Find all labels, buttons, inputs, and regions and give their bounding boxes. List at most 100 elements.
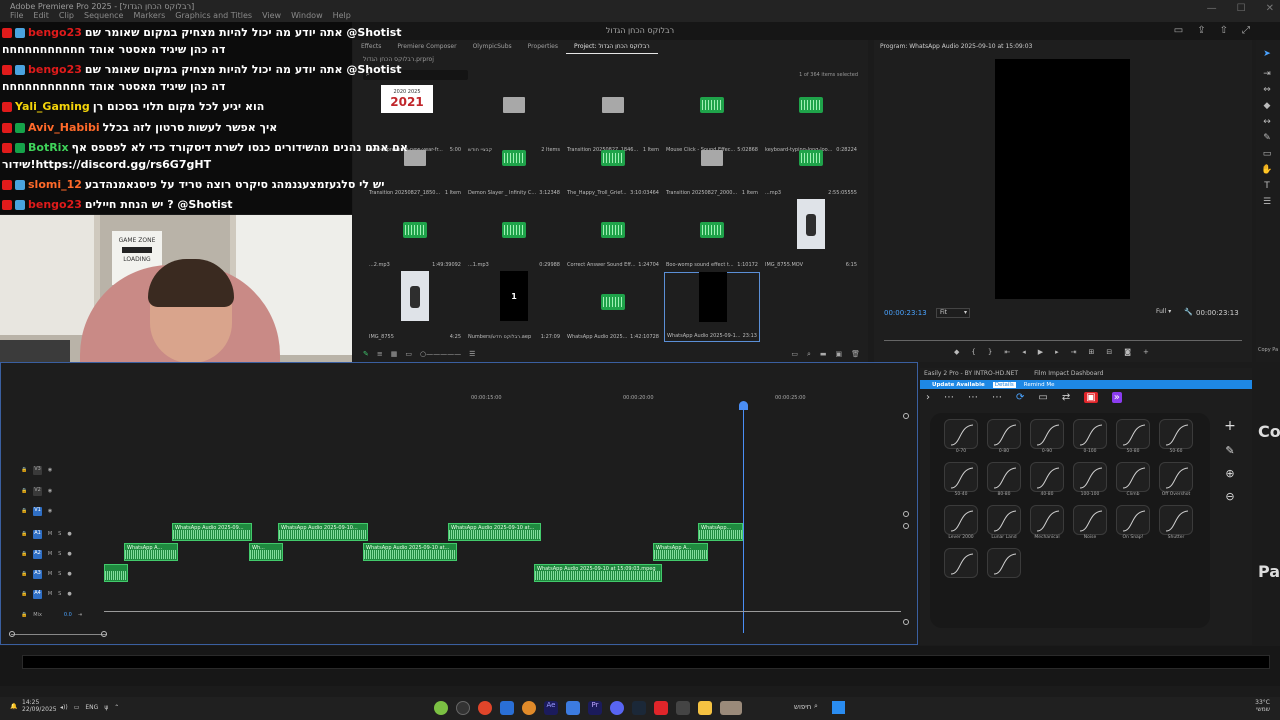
share-icon[interactable]: ⇧ [1220, 25, 1228, 36]
program-timecode[interactable]: 00:00:23:13 [884, 309, 927, 317]
fit-select[interactable]: Fit ▾ [936, 308, 970, 318]
usb-icon[interactable]: ψ [104, 704, 108, 711]
premiere-icon[interactable]: Pr [588, 701, 602, 715]
wrench-icon[interactable]: 🔧 [1184, 308, 1193, 316]
chevron-up-icon[interactable]: ⌃ [114, 704, 119, 711]
delete-keyframe-icon[interactable]: ▣ [1084, 392, 1098, 403]
ripple-edit-icon[interactable]: ⇔ [1261, 84, 1273, 96]
menu-window[interactable]: Window [291, 11, 323, 20]
lock-icon[interactable]: 🔒 [21, 612, 27, 618]
track-label[interactable]: V2 [33, 486, 42, 496]
project-item[interactable]: ...2.mp3 1:49:39092 [367, 200, 463, 270]
premium-icon[interactable]: » [1111, 392, 1122, 403]
hand-tool-icon[interactable]: ✋ [1261, 164, 1273, 176]
go-to-in-icon[interactable]: ⇤ [1004, 348, 1010, 356]
captions-tool-icon[interactable]: ☰ [1261, 196, 1273, 208]
step-forward-icon[interactable]: ▸ [1055, 348, 1059, 356]
quick-export-icon[interactable]: ⇪ [1197, 25, 1205, 36]
lock-icon[interactable]: 🔒 [21, 551, 27, 557]
brave-icon[interactable] [654, 701, 668, 715]
track-label[interactable]: A1 [33, 529, 42, 539]
remind-me-link[interactable]: Remind Me [1024, 382, 1055, 388]
tab-olympicsubs[interactable]: OlympicSubs [465, 40, 520, 54]
fullscreen-icon[interactable]: ⤢ [1242, 25, 1250, 36]
app-icon[interactable] [676, 701, 690, 715]
tab-premiere-composer[interactable]: Premiere Composer [389, 40, 464, 54]
after-effects-icon[interactable]: Ae [544, 701, 558, 715]
new-item-icon[interactable]: ▣ [835, 350, 842, 359]
trash-icon[interactable]: 🗑 [851, 350, 860, 359]
app-icon[interactable] [522, 701, 536, 715]
mix-value[interactable]: 0.0 [64, 612, 72, 618]
weather-widget[interactable]: 33°C שמשי [1255, 699, 1270, 713]
easing-preset[interactable]: 50-60 [1159, 419, 1193, 455]
track-label[interactable]: V1 [33, 506, 42, 516]
new-bin-icon[interactable]: ▬ [820, 350, 827, 359]
app-icon[interactable] [720, 701, 742, 715]
zoom-in-icon[interactable]: ⊕ [1225, 467, 1234, 480]
eye-icon[interactable]: ◉ [48, 467, 52, 473]
scroll-handle-icon[interactable] [101, 631, 107, 637]
pencil-icon[interactable]: ✎ [363, 350, 369, 358]
add-button-icon[interactable]: + [1143, 348, 1149, 356]
marker-icon[interactable]: ◆ [954, 348, 959, 356]
chevron-right-icon[interactable]: › [926, 392, 930, 403]
vertical-scroll-handle[interactable] [903, 619, 909, 625]
project-item[interactable]: ...mp3 2:55:05555 [763, 128, 859, 198]
zoom-out-icon[interactable]: ⊖ [1225, 490, 1234, 503]
camera-icon[interactable]: ◙ [1124, 348, 1131, 356]
go-to-end-icon[interactable]: ⇥ [78, 612, 82, 618]
discord-icon[interactable] [610, 701, 624, 715]
tab-effects[interactable]: Effects [353, 40, 389, 54]
menu-sequence[interactable]: Sequence [84, 11, 123, 20]
taskbar-search[interactable]: חיפוש ⌕ [770, 701, 830, 715]
audio-clip[interactable]: WhatsApp Audio 2025-09-10 at... [363, 543, 457, 561]
razor-tool-icon[interactable]: ◆ [1261, 100, 1273, 112]
overwrite-icon[interactable]: ⊟ [1106, 348, 1112, 356]
mic-icon[interactable]: ● [67, 571, 71, 577]
solo-icon[interactable]: S [58, 531, 61, 537]
menu-file[interactable]: File [10, 11, 23, 20]
easing-preset[interactable] [944, 548, 978, 584]
easing-preset[interactable]: 0-70 [944, 419, 978, 455]
project-item[interactable]: ...1.mp3 0:29988 [466, 200, 562, 270]
keyframe-both-icon[interactable]: ⋯ [968, 392, 978, 403]
vertical-scroll-handle[interactable] [903, 511, 909, 517]
project-item[interactable]: Transition 20250827_2000... 1 Item [664, 128, 760, 198]
mute-icon[interactable]: M [48, 591, 52, 597]
tab-film-impact[interactable]: Film Impact Dashboard [1034, 370, 1103, 377]
solo-icon[interactable]: S [58, 591, 61, 597]
go-to-out-icon[interactable]: ⇥ [1071, 348, 1077, 356]
volume-icon[interactable]: ◂)) [60, 704, 68, 711]
track-label[interactable]: A2 [33, 549, 42, 559]
easing-preset[interactable] [987, 548, 1021, 584]
in-point-icon[interactable]: { [971, 348, 975, 356]
timeline-zoom-scrollbar[interactable] [11, 634, 107, 635]
tab-properties[interactable]: Properties [520, 40, 566, 54]
eye-icon[interactable]: ◉ [48, 508, 52, 514]
copy-icon[interactable]: ▭ [1038, 392, 1047, 403]
selection-tool-icon[interactable]: ➤ [1261, 48, 1273, 60]
app-icon[interactable] [566, 701, 580, 715]
keyframe-in-icon[interactable]: ⋯ [944, 392, 954, 403]
resolution-select[interactable]: Full ▾ [1156, 308, 1184, 318]
pen-tool-icon[interactable]: ✎ [1261, 132, 1273, 144]
menu-help[interactable]: Help [333, 11, 351, 20]
edit-icon[interactable]: ✎ [1225, 444, 1234, 457]
project-item[interactable]: IMG_8755.MOV 6:15 [763, 199, 859, 270]
easing-preset[interactable]: Lunar Land [987, 505, 1021, 541]
mic-icon[interactable]: ● [67, 531, 71, 537]
menu-markers[interactable]: Markers [133, 11, 165, 20]
easing-preset[interactable]: 100-100 [1073, 462, 1107, 498]
menu-graphics[interactable]: Graphics and Titles [175, 11, 252, 20]
notification-icon[interactable]: 🔔 [10, 703, 17, 710]
easing-preset[interactable]: Off Overshot [1159, 462, 1193, 498]
track-label[interactable]: A4 [33, 589, 42, 599]
easing-preset[interactable]: Noise [1073, 505, 1107, 541]
timeline-ruler[interactable]: 00:00:15:00 00:00:20:00 00:00:25:00 [361, 393, 906, 405]
easing-preset[interactable]: On Snap! [1116, 505, 1150, 541]
track-label[interactable]: V3 [33, 465, 42, 475]
zoom-slider[interactable]: ○————— [420, 350, 461, 358]
easing-preset[interactable]: 50-40 [944, 462, 978, 498]
menu-clip[interactable]: Clip [59, 11, 74, 20]
